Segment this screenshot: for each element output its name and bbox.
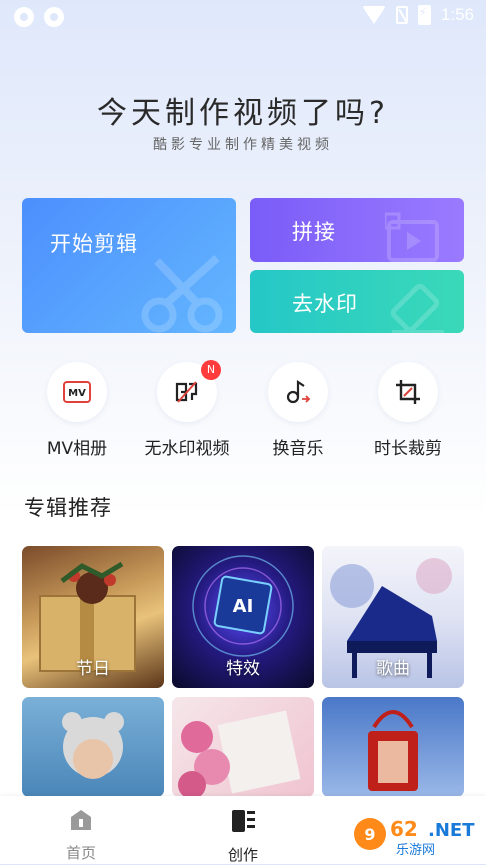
svg-text:9: 9	[364, 825, 375, 844]
no-sim-icon	[395, 6, 408, 24]
svg-text:AI: AI	[233, 596, 254, 617]
status-bar: 1:56	[0, 0, 486, 34]
svg-text:62: 62	[390, 817, 418, 841]
join-label: 拼接	[292, 220, 336, 244]
no-watermark-icon: N	[157, 360, 221, 422]
svg-text:乐游网: 乐游网	[396, 843, 435, 858]
baby-image	[62, 712, 124, 779]
album-festival[interactable]: 节日	[22, 546, 164, 688]
nav-create-label: 创作	[227, 846, 258, 864]
tool-label: 换音乐	[272, 439, 324, 459]
create-icon	[232, 810, 255, 832]
mv-album-icon: MV	[47, 362, 107, 422]
join-button[interactable]: 拼接	[250, 198, 464, 262]
tool-label: MV相册	[46, 439, 108, 459]
bottom-navbar: 首页 创作 9 62 .NET 乐游网	[0, 796, 486, 864]
album-label: 歌曲	[376, 659, 410, 679]
album-label: 特效	[226, 659, 260, 679]
home-icon	[71, 810, 91, 830]
start-edit-button[interactable]: 开始剪辑	[22, 198, 236, 333]
nav-home[interactable]: 首页	[41, 808, 121, 863]
remove-watermark-label: 去水印	[292, 292, 358, 316]
battery-charging-icon	[417, 5, 431, 25]
site-watermark-logo: 9 62 .NET 乐游网	[354, 817, 475, 858]
scissors-icon	[141, 255, 223, 333]
section-title: 专辑推荐	[24, 496, 112, 520]
tools-row: MV MV相册 N 无水印视频 换音乐 时长裁剪	[0, 360, 486, 462]
album-flowers[interactable]	[172, 697, 314, 797]
tool-mv-album[interactable]: MV MV相册	[22, 362, 132, 459]
nav-create[interactable]: 创作	[203, 808, 283, 865]
start-edit-label: 开始剪辑	[50, 232, 138, 256]
hero-subtitle: 酷影专业制作精美视频	[153, 137, 333, 153]
status-bar-right: 1:56	[361, 5, 474, 25]
video-join-icon	[385, 212, 439, 262]
tool-label: 无水印视频	[144, 439, 230, 459]
album-label: 节日	[76, 659, 110, 679]
album-songs[interactable]: 歌曲	[322, 546, 464, 688]
app-notification-icon	[14, 7, 34, 27]
flowers-card-image	[178, 710, 301, 797]
album-baby[interactable]	[22, 697, 164, 797]
music-change-icon	[268, 362, 328, 422]
tool-duration-crop[interactable]: 时长裁剪	[353, 362, 463, 459]
tool-change-music[interactable]: 换音乐	[243, 362, 353, 459]
hero-title: 今天制作视频了吗?	[97, 96, 389, 131]
album-effects[interactable]: AI 特效	[172, 546, 314, 688]
svg-text:.NET: .NET	[428, 820, 475, 841]
crop-icon	[378, 362, 438, 422]
tool-no-watermark-video[interactable]: N 无水印视频	[132, 360, 242, 459]
wifi-icon	[361, 6, 386, 24]
status-time: 1:56	[440, 5, 474, 24]
status-bar-left	[14, 7, 64, 27]
album-lantern[interactable]	[322, 697, 464, 797]
lantern-image	[368, 710, 418, 791]
tool-label: 时长裁剪	[374, 439, 442, 459]
nav-home-label: 首页	[65, 844, 96, 862]
svg-text:MV: MV	[68, 388, 86, 399]
app-notification-icon-2	[44, 7, 64, 27]
new-badge: N	[201, 360, 221, 380]
remove-watermark-button[interactable]: 去水印	[250, 270, 464, 333]
eraser-icon	[390, 284, 444, 333]
